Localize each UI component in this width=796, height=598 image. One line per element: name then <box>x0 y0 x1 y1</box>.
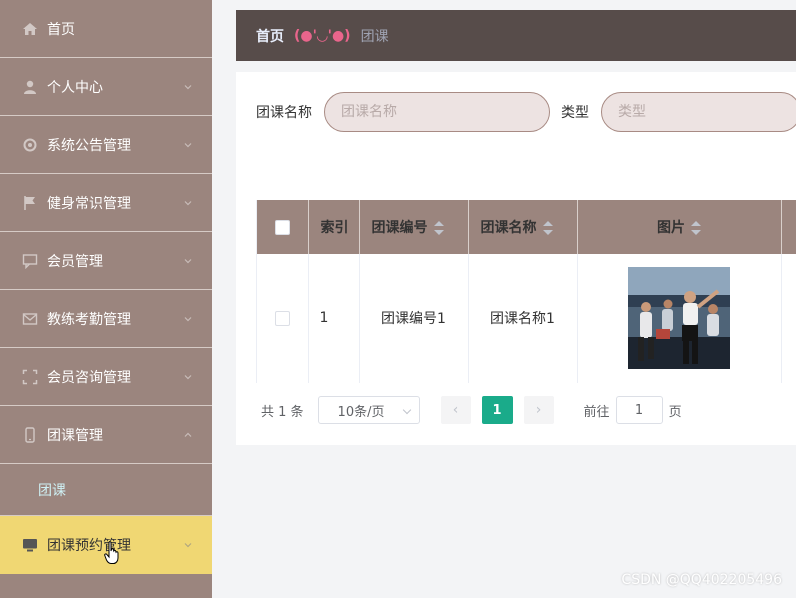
next-page-button[interactable]: › <box>523 396 554 424</box>
sidebar-item-members[interactable]: 会员管理 <box>0 232 212 290</box>
goto-page-input[interactable]: 1 <box>615 396 663 424</box>
submenu-item-label: 团课 <box>38 482 66 499</box>
phone-icon <box>22 426 38 443</box>
select-all-cell <box>257 200 309 254</box>
page-size-select[interactable]: 10条/页 <box>317 396 420 424</box>
page-suffix-label: 页 <box>668 404 682 420</box>
watermark: CSDN @QQ402205496 <box>621 572 782 588</box>
class-name-label: 团课名称 <box>256 105 312 121</box>
chevron-up-icon <box>184 432 192 437</box>
sidebar-item-group-class[interactable]: 团课管理 <box>0 406 212 464</box>
sidebar-item-label: 健身常识管理 <box>47 195 131 212</box>
table-header-row: 索引 团课编号 团课名称 图片 <box>257 200 796 254</box>
chevron-down-icon <box>184 200 192 205</box>
row-name: 团课名称1 <box>468 254 578 383</box>
pagination-total: 共 1 条 <box>261 404 304 420</box>
row-image-cell <box>577 254 782 383</box>
submenu-item-group-class[interactable]: 团课 <box>0 464 212 516</box>
monitor-icon <box>22 537 38 553</box>
sidebar: 首页 个人中心 系统公告管理 健身常识管理 会员管理 教练考勤管理 会员咨询管理… <box>0 0 212 598</box>
sidebar-item-label: 会员咨询管理 <box>47 369 131 386</box>
chevron-down-icon <box>184 142 192 147</box>
column-header-image[interactable]: 图片 <box>577 200 782 254</box>
sidebar-item-coach-attendance[interactable]: 教练考勤管理 <box>0 290 212 348</box>
pagination: 共 1 条 10条/页 ‹ 1 › 前往 1 页 <box>261 396 682 424</box>
goto-label: 前往 <box>583 404 610 420</box>
sidebar-item-fitness-tips[interactable]: 健身常识管理 <box>0 174 212 232</box>
sidebar-item-label: 个人中心 <box>47 79 103 96</box>
page-number-button[interactable]: 1 <box>481 396 513 424</box>
breadcrumb-current: 团课 <box>360 28 389 45</box>
sidebar-item-profile[interactable]: 个人中心 <box>0 58 212 116</box>
type-input[interactable] <box>601 92 796 132</box>
select-all-checkbox[interactable] <box>274 219 290 235</box>
sidebar-item-notices[interactable]: 系统公告管理 <box>0 116 212 174</box>
column-header-index: 索引 <box>308 200 360 254</box>
sort-icon[interactable] <box>542 221 553 235</box>
sidebar-item-member-consult[interactable]: 会员咨询管理 <box>0 348 212 406</box>
chevron-down-icon <box>184 258 192 263</box>
sidebar-item-label: 教练考勤管理 <box>47 311 131 328</box>
sort-icon[interactable] <box>691 221 701 235</box>
column-header-code[interactable]: 团课编号 <box>359 200 469 254</box>
sidebar-item-label: 首页 <box>47 21 75 38</box>
table-row: 1 团课编号1 团课名称1 <box>257 254 796 383</box>
column-header-name[interactable]: 团课名称 <box>468 200 578 254</box>
row-extra-cell <box>781 254 796 383</box>
sort-icon[interactable] <box>433 221 444 235</box>
main-panel: 团课名称 类型 索引 团课编号 团课名称 图片 <box>236 72 796 445</box>
breadcrumb-separator: (●'◡'●) <box>294 27 351 44</box>
type-label: 类型 <box>561 105 589 121</box>
chevron-down-icon <box>184 316 192 321</box>
user-icon <box>22 79 38 95</box>
frame-icon <box>22 369 38 385</box>
chevron-down-icon <box>184 84 192 89</box>
row-checkbox[interactable] <box>274 310 290 326</box>
sidebar-item-label: 系统公告管理 <box>47 137 131 154</box>
chevron-down-icon <box>184 543 192 548</box>
sidebar-item-label: 会员管理 <box>47 253 103 270</box>
data-table: 索引 团课编号 团课名称 图片 1 团课编号1 团课名称1 <box>256 200 796 383</box>
row-index: 1 <box>308 254 360 383</box>
row-select-cell <box>257 254 309 383</box>
hand-cursor-icon <box>104 541 119 564</box>
class-photo-image[interactable] <box>628 267 730 370</box>
sidebar-item-home[interactable]: 首页 <box>0 0 212 58</box>
mail-icon <box>22 311 38 327</box>
chevron-down-icon <box>184 374 192 379</box>
gear-icon <box>22 137 38 153</box>
flag-icon <box>22 195 38 211</box>
column-header-extra <box>781 200 796 254</box>
class-name-input[interactable] <box>324 92 550 132</box>
prev-page-button[interactable]: ‹ <box>440 396 471 424</box>
home-icon <box>22 21 38 37</box>
row-code: 团课编号1 <box>359 254 469 383</box>
breadcrumb: 首页 (●'◡'●) 团课 <box>236 10 796 61</box>
sidebar-item-label: 团课管理 <box>47 427 103 444</box>
breadcrumb-home-link[interactable]: 首页 <box>256 26 284 46</box>
search-bar: 团课名称 类型 <box>256 92 796 132</box>
chat-icon <box>22 253 38 269</box>
